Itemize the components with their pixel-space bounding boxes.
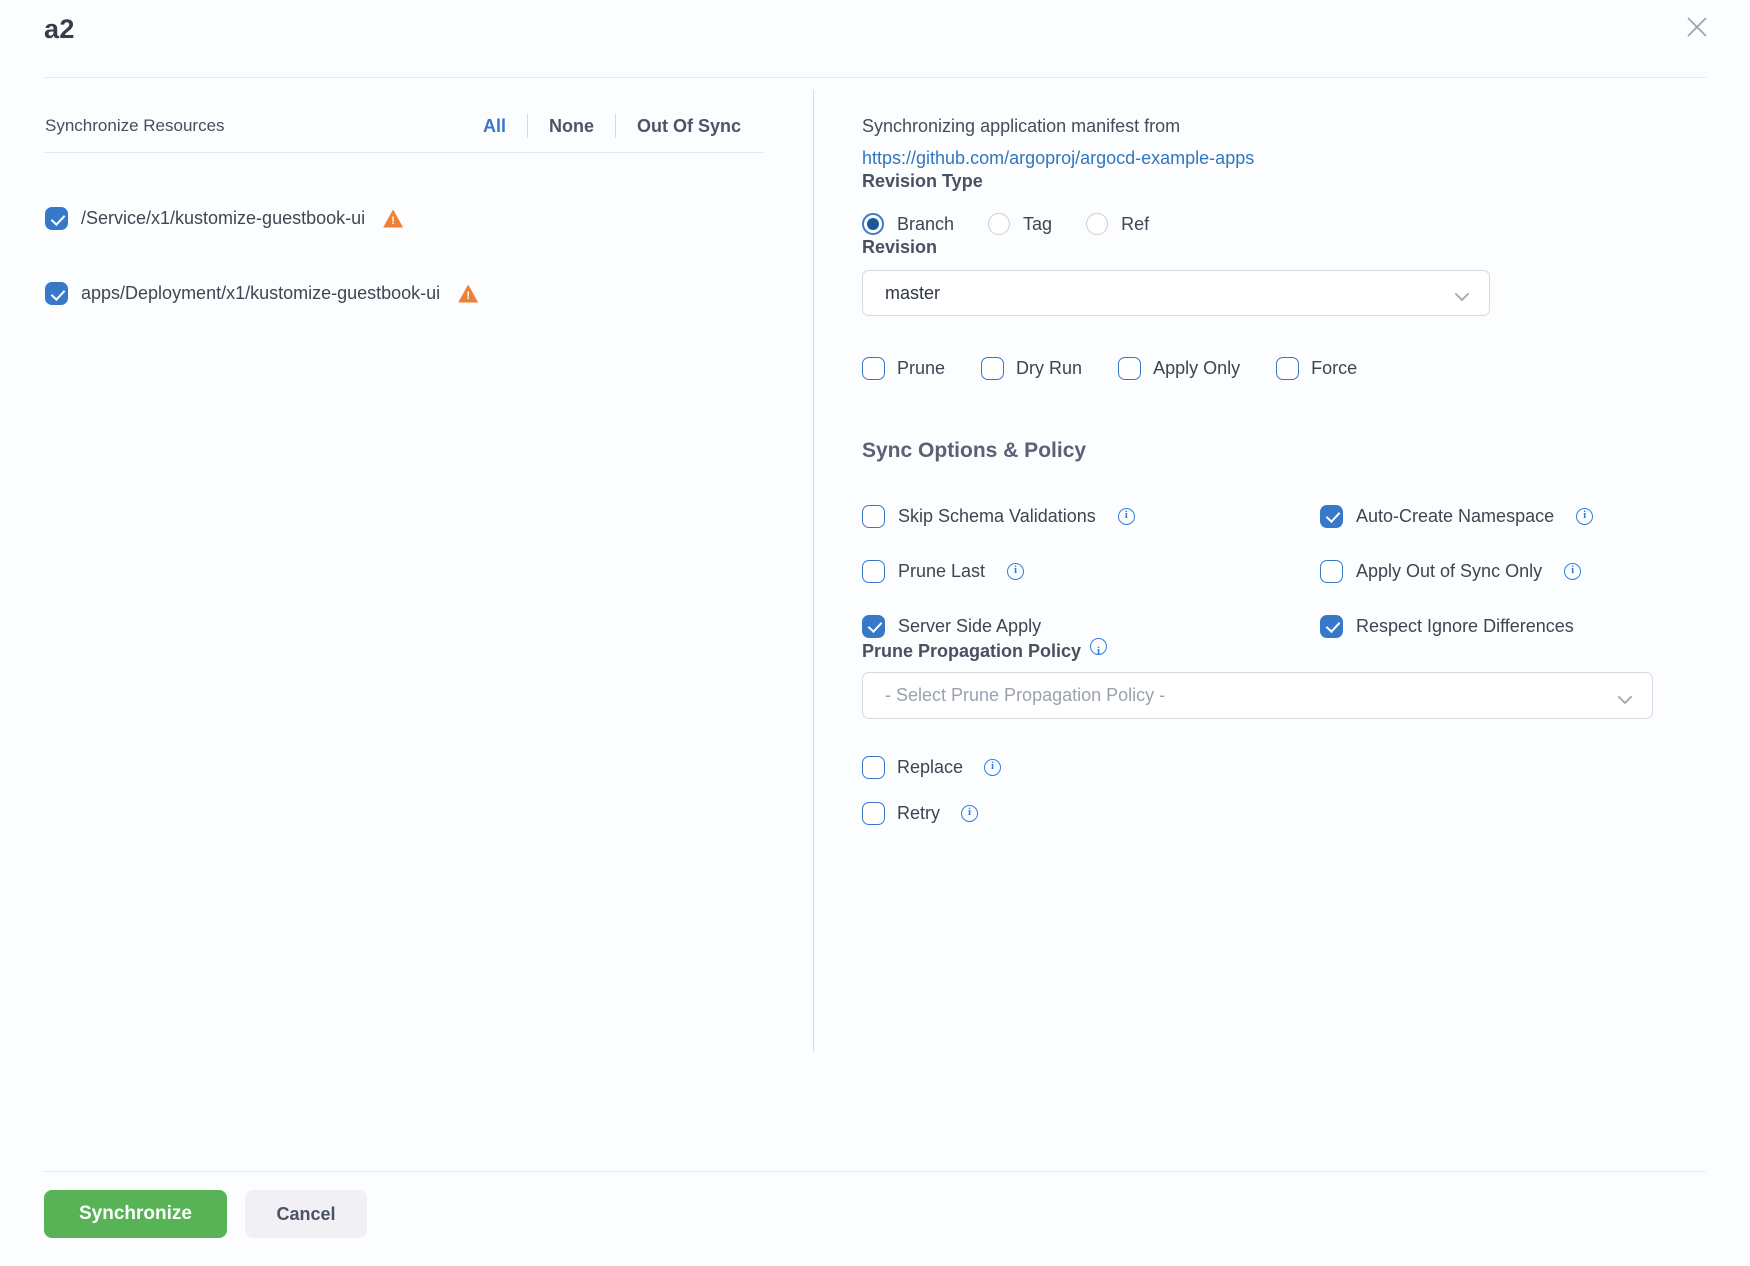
option-checkbox[interactable] (862, 505, 885, 528)
cancel-button[interactable]: Cancel (245, 1190, 367, 1238)
section-divider (45, 152, 763, 153)
info-icon[interactable] (1564, 563, 1581, 580)
flag-checkbox[interactable] (862, 357, 885, 380)
revision-type-heading: Revision Type (862, 170, 1750, 192)
warning-icon (383, 210, 403, 228)
tab-out-of-sync[interactable]: Out Of Sync (637, 116, 741, 137)
sync-settings-panel: Synchronizing application manifest from … (813, 78, 1750, 825)
panel-divider (813, 90, 814, 1052)
resource-name: apps/Deployment/x1/kustomize-guestbook-u… (81, 283, 440, 304)
resource-filter-tabs: All None Out Of Sync (483, 114, 763, 138)
extra-checkbox[interactable] (862, 802, 885, 825)
dialog-footer: Synchronize Cancel (0, 1171, 1750, 1238)
revision-select[interactable]: master (862, 270, 1490, 316)
extra-checkbox[interactable] (862, 756, 885, 779)
resource-checkbox[interactable] (45, 207, 68, 230)
flag-dry-run: Dry Run (981, 357, 1082, 380)
flag-prune: Prune (862, 357, 945, 380)
option-auto-create-namespace: Auto-Create Namespace (1320, 504, 1750, 528)
radio-button[interactable] (1086, 213, 1108, 235)
option-checkbox[interactable] (1320, 560, 1343, 583)
resources-panel: Synchronize Resources All None Out Of Sy… (0, 78, 813, 825)
option-server-side-apply: Server Side Apply (862, 614, 1320, 638)
revision-value: master (885, 283, 940, 304)
revision-heading: Revision (862, 236, 1750, 258)
radio-button[interactable] (988, 213, 1010, 235)
option-checkbox[interactable] (1320, 505, 1343, 528)
page-title: a2 (44, 12, 75, 46)
option-label: Prune Last (898, 561, 985, 582)
revision-type-branch: Branch (862, 213, 954, 235)
flag-checkbox[interactable] (1118, 357, 1141, 380)
prune-policy-select[interactable]: - Select Prune Propagation Policy - (862, 672, 1653, 719)
flag-checkbox[interactable] (1276, 357, 1299, 380)
tab-none[interactable]: None (549, 116, 594, 137)
resource-row: apps/Deployment/x1/kustomize-guestbook-u… (45, 282, 813, 305)
manifest-source-label: Synchronizing application manifest from (862, 114, 1750, 138)
tab-separator (527, 114, 528, 138)
tab-separator (615, 114, 616, 138)
flag-force: Force (1276, 357, 1357, 380)
option-label: Server Side Apply (898, 616, 1041, 637)
warning-icon (458, 285, 478, 303)
chevron-down-icon (1618, 692, 1632, 710)
info-icon[interactable] (961, 805, 978, 822)
flag-apply-only: Apply Only (1118, 357, 1240, 380)
flag-label: Dry Run (1016, 358, 1082, 379)
info-icon[interactable] (1007, 563, 1024, 580)
revision-type-ref: Ref (1086, 213, 1149, 235)
prune-policy-heading: Prune Propagation Policy (862, 638, 1750, 662)
flag-label: Prune (897, 358, 945, 379)
tab-all[interactable]: All (483, 116, 506, 137)
info-icon[interactable] (984, 759, 1001, 776)
extra-label: Replace (897, 757, 963, 778)
flag-checkbox[interactable] (981, 357, 1004, 380)
info-icon[interactable] (1090, 638, 1107, 655)
sync-options-grid: Skip Schema Validations Auto-Create Name… (862, 504, 1750, 638)
dialog-header: a2 (44, 0, 1706, 78)
option-skip-schema-validations: Skip Schema Validations (862, 504, 1320, 528)
flag-label: Apply Only (1153, 358, 1240, 379)
extra-label: Retry (897, 803, 940, 824)
sync-options-heading: Sync Options & Policy (862, 438, 1750, 464)
option-retry: Retry (862, 801, 1750, 825)
flag-label: Force (1311, 358, 1357, 379)
radio-label: Tag (1023, 214, 1052, 235)
info-icon[interactable] (1118, 508, 1135, 525)
option-checkbox[interactable] (862, 615, 885, 638)
option-prune-last: Prune Last (862, 559, 1320, 583)
synchronize-resources-label: Synchronize Resources (45, 116, 225, 136)
resource-row: /Service/x1/kustomize-guestbook-ui (45, 207, 813, 230)
prune-policy-placeholder: - Select Prune Propagation Policy - (885, 685, 1165, 706)
option-label: Apply Out of Sync Only (1356, 561, 1542, 582)
info-icon[interactable] (1576, 508, 1593, 525)
option-respect-ignore-differences: Respect Ignore Differences (1320, 614, 1750, 638)
option-apply-out-of-sync-only: Apply Out of Sync Only (1320, 559, 1750, 583)
revision-type-tag: Tag (988, 213, 1052, 235)
option-replace: Replace (862, 755, 1750, 779)
revision-type-group: Branch Tag Ref (862, 212, 1750, 236)
resource-name: /Service/x1/kustomize-guestbook-ui (81, 208, 365, 229)
radio-button[interactable] (862, 213, 884, 235)
chevron-down-icon (1455, 289, 1469, 307)
radio-label: Branch (897, 214, 954, 235)
option-label: Skip Schema Validations (898, 506, 1096, 527)
prune-policy-label: Prune Propagation Policy (862, 641, 1081, 661)
option-label: Auto-Create Namespace (1356, 506, 1554, 527)
radio-label: Ref (1121, 214, 1149, 235)
resource-checkbox[interactable] (45, 282, 68, 305)
close-icon[interactable] (1684, 14, 1710, 40)
synchronize-button[interactable]: Synchronize (44, 1190, 227, 1238)
manifest-repo-link[interactable]: https://github.com/argoproj/argocd-examp… (862, 146, 1750, 170)
sync-flags-group: Prune Dry Run Apply Only Force (862, 356, 1750, 380)
option-checkbox[interactable] (862, 560, 885, 583)
option-checkbox[interactable] (1320, 615, 1343, 638)
option-label: Respect Ignore Differences (1356, 616, 1574, 637)
